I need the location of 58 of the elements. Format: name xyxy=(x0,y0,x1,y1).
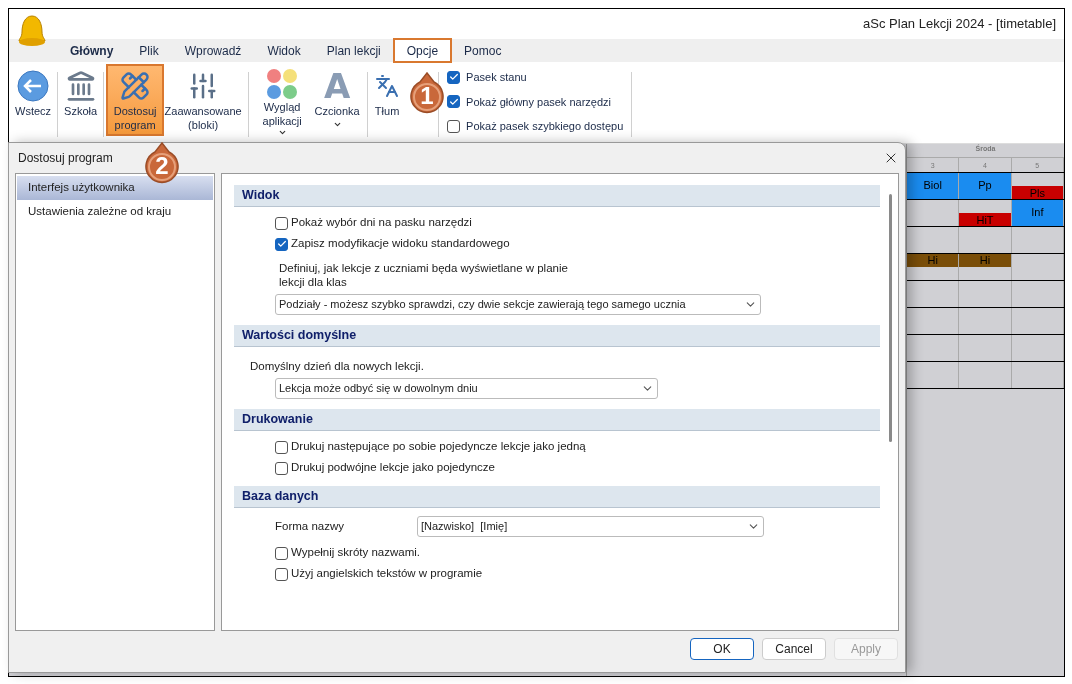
checkbox-label: Pokaż wybór dni na pasku narzędzi xyxy=(291,215,472,231)
ribbon-tab[interactable]: Opcje xyxy=(393,39,452,62)
checkbox-label: Drukuj następujące po sobie pojedyncze lekcje jako jedną xyxy=(291,439,586,455)
checkbox-label: Pokaż główny pasek narzędzi xyxy=(466,94,611,110)
ribbon-button[interactable]: Wygląd aplikacji xyxy=(253,66,312,134)
letter-icon: A xyxy=(323,70,351,102)
lesson-block[interactable]: Biol xyxy=(907,173,959,199)
checkbox[interactable] xyxy=(275,461,288,475)
checkbox-label: Pasek stanu xyxy=(466,70,527,85)
translate-icon xyxy=(375,74,400,98)
checkbox-label: Wypełnij skróty nazwami. xyxy=(291,545,420,561)
dialog-button[interactable]: Cancel xyxy=(762,638,826,660)
callout-marker: 2 xyxy=(144,142,180,186)
checkbox-label: Użyj angielskich tekstów w programie xyxy=(291,566,483,582)
callout-marker: 1 xyxy=(409,72,445,116)
checkbox-label: Drukuj podwójne lekcje jako pojedyncze xyxy=(291,460,495,476)
section-header: Widok xyxy=(234,185,880,207)
window-title: aSc Plan Lekcji 2024 - [timetable] xyxy=(863,15,1056,34)
description-text: Domyślny dzień dla nowych lekcji. xyxy=(250,359,425,373)
dropdown-select[interactable]: Lekcja może odbyć się w dowolnym dniu xyxy=(275,378,658,399)
section-header: Wartości domyślne xyxy=(234,325,880,347)
section-header: Drukowanie xyxy=(234,409,880,431)
nav-item[interactable]: Interfejs użytkownika xyxy=(17,176,213,200)
ribbon-button[interactable]: A Czcionka xyxy=(311,66,364,134)
ribbon-tab[interactable]: Plan lekcji xyxy=(313,39,394,62)
pencil-ruler-icon xyxy=(120,71,151,101)
scrollbar[interactable] xyxy=(889,194,892,442)
checkbox[interactable] xyxy=(447,119,461,133)
field-label: Forma nazwy xyxy=(275,518,346,534)
ribbon-button[interactable]: Dostosuj program xyxy=(108,66,163,134)
ribbon-tab[interactable]: Główny xyxy=(57,39,127,62)
lesson-block[interactable]: Inf xyxy=(1011,200,1063,226)
color-circles-icon xyxy=(266,68,299,100)
checkbox-label: Zapisz modyfikacje widoku standardowego xyxy=(291,236,510,252)
checkbox[interactable] xyxy=(447,95,461,109)
checkbox[interactable] xyxy=(275,567,288,581)
nav-item[interactable]: Ustawienia zależne od kraju xyxy=(17,200,213,224)
dialog-button[interactable]: OK xyxy=(690,638,754,660)
checkbox-label: Pokaż pasek szybkiego dostępu xyxy=(466,119,624,134)
ribbon-tab[interactable]: Wprowadź xyxy=(171,39,255,62)
section-header: Baza danych xyxy=(234,486,880,508)
ribbon-button[interactable]: Zaawansowane (bloki) xyxy=(162,66,245,134)
dropdown-select[interactable]: Podziały - możesz szybko sprawdzi, czy dwie sekcje zawierają tego samego ucznia xyxy=(275,294,761,315)
ribbon-tab[interactable]: Plik xyxy=(126,39,172,62)
checkbox[interactable] xyxy=(447,70,461,84)
ribbon-button[interactable]: Wstecz xyxy=(13,66,54,134)
checkbox[interactable] xyxy=(275,440,288,454)
ribbon-tab[interactable]: Pomoc xyxy=(451,39,515,62)
checkbox[interactable] xyxy=(275,216,288,230)
dialog-title: Dostosuj program xyxy=(18,150,113,167)
checkbox[interactable] xyxy=(275,237,288,251)
lesson-block[interactable]: Pp xyxy=(959,173,1011,199)
ribbon-button[interactable]: Tłum xyxy=(372,66,403,134)
checkbox[interactable] xyxy=(275,546,288,560)
ribbon-tab[interactable]: Widok xyxy=(254,39,314,62)
description-text: Definiuj, jak lekcje z uczniami będa wyświetlane w planie lekcji dla klas xyxy=(279,261,569,289)
ribbon-button[interactable]: Szkoła xyxy=(62,66,100,134)
dropdown-select[interactable]: [Nazwisko] [Imię] xyxy=(417,516,764,537)
